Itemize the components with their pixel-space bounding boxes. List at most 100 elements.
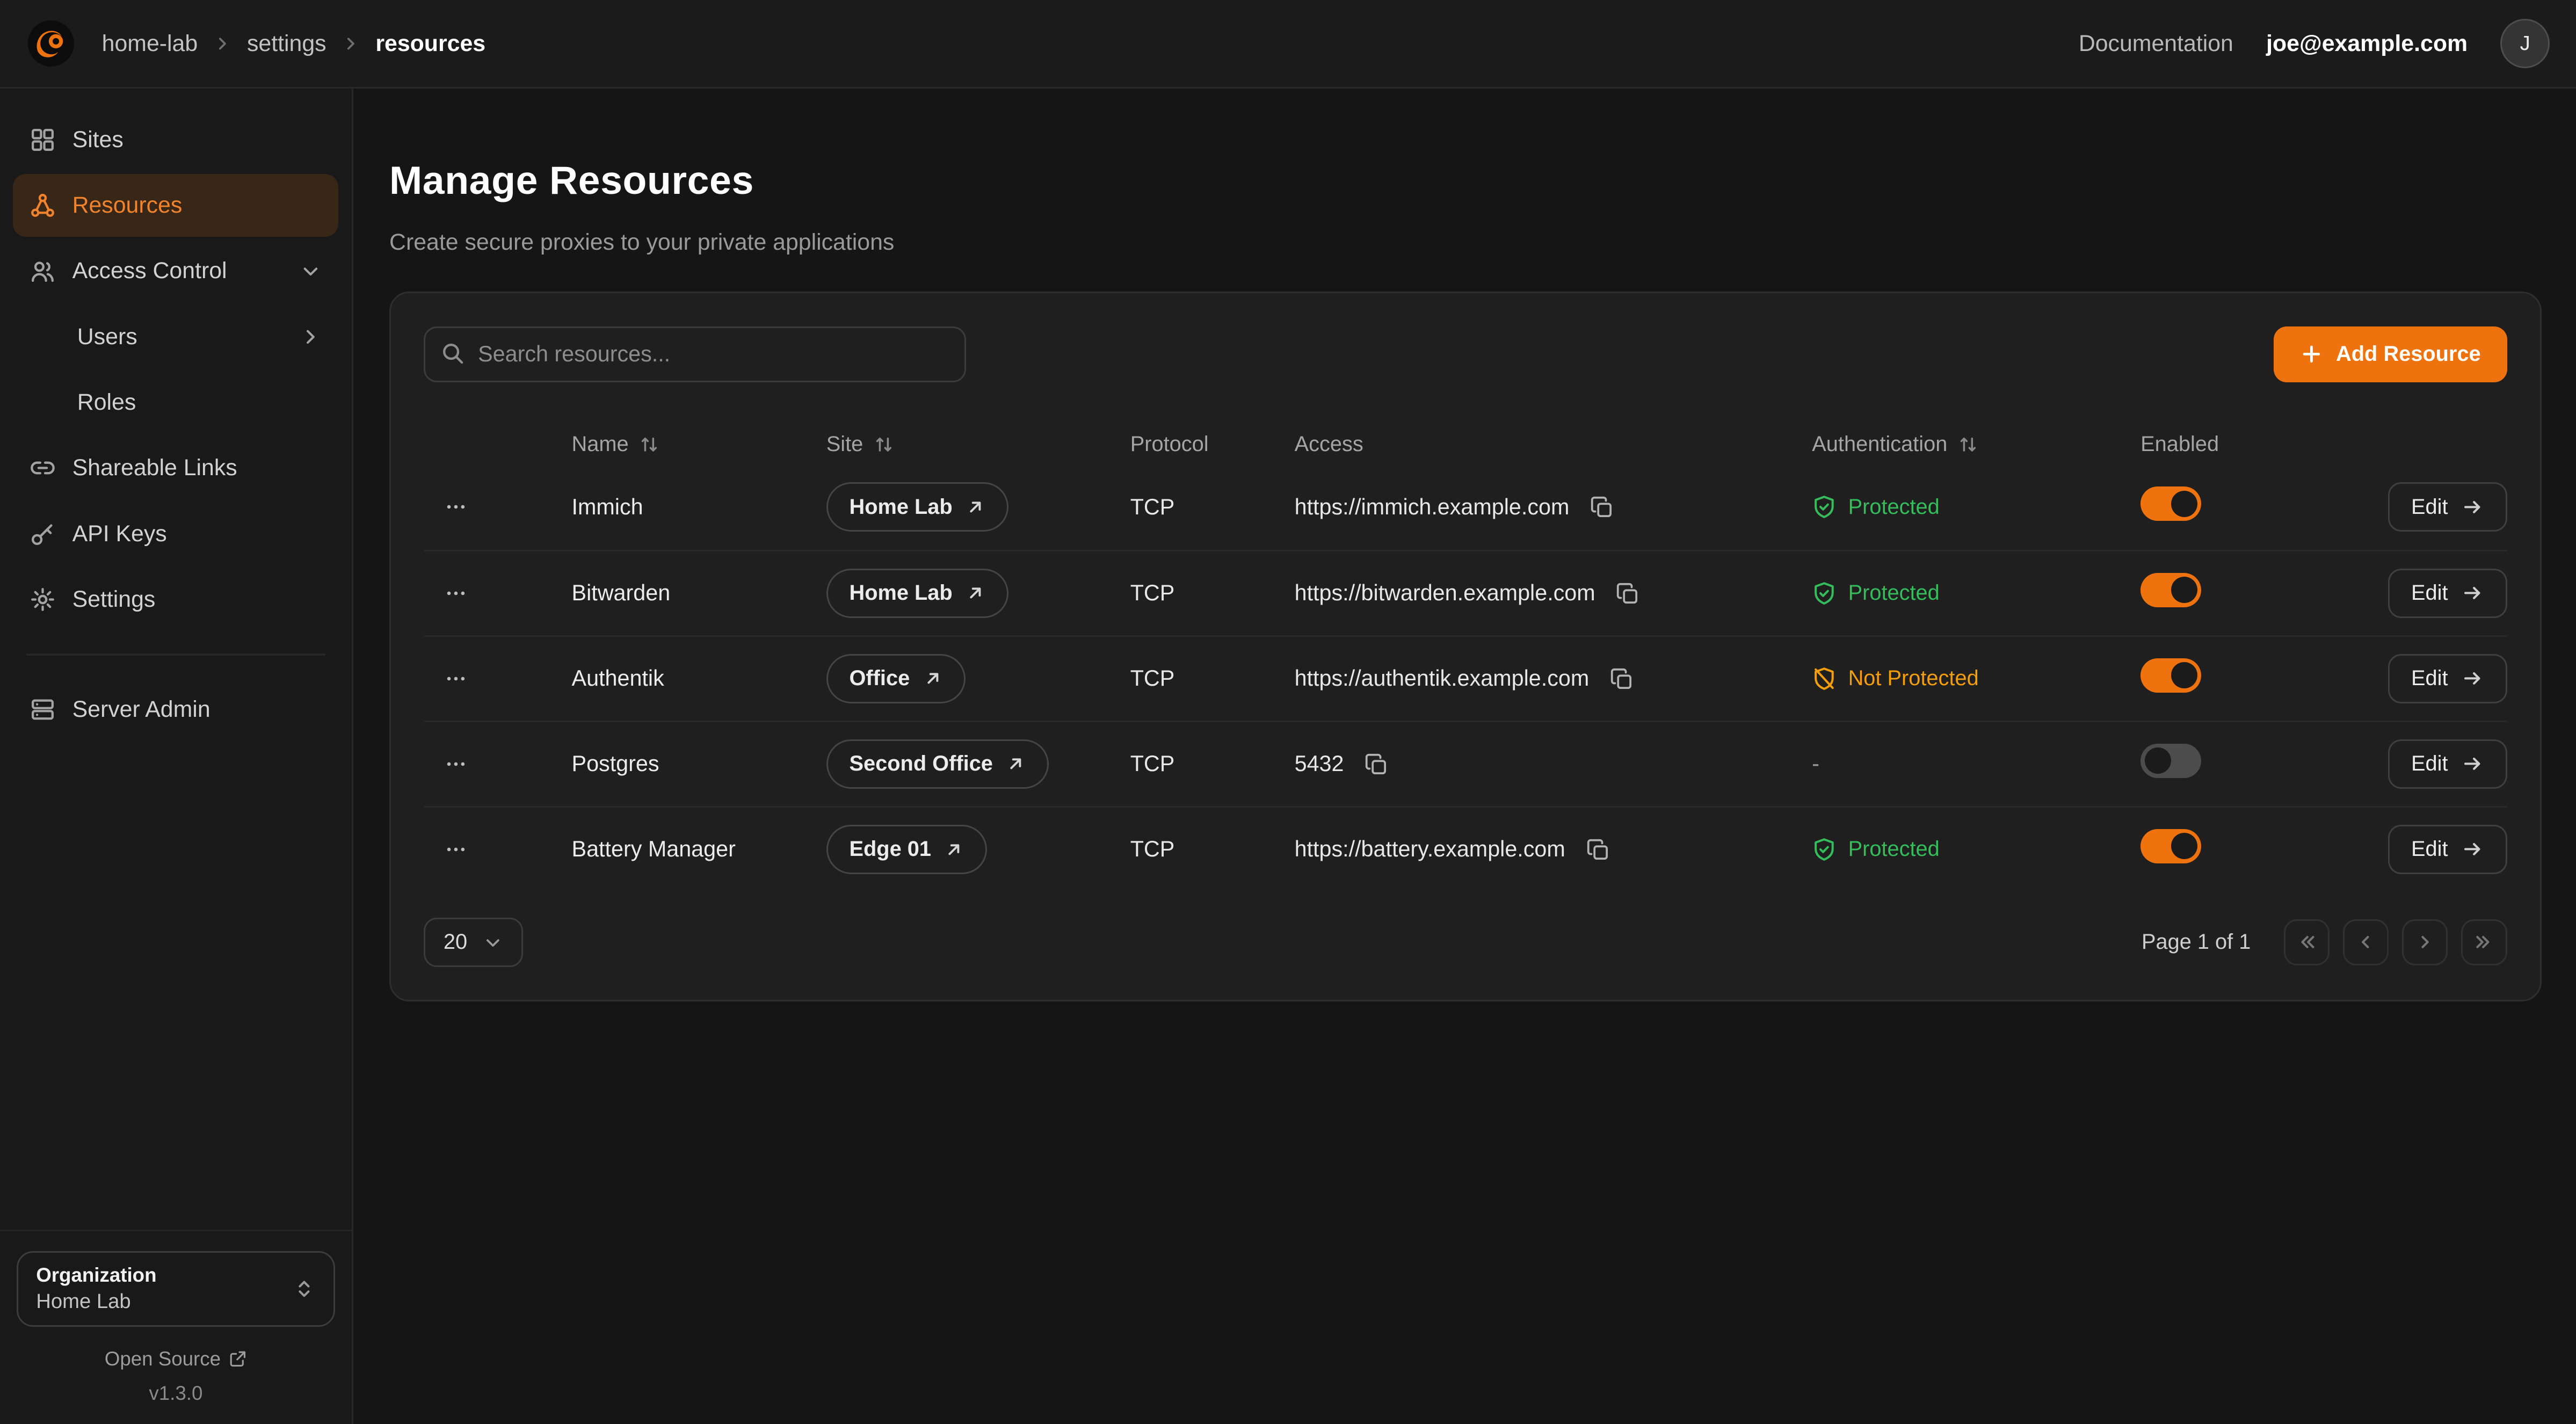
- arrow-right-icon: [2461, 667, 2484, 690]
- chevron-down-icon: [299, 259, 322, 282]
- table-header: Name Site Protocol Access Authentication…: [424, 425, 2507, 464]
- site-link-button[interactable]: Second Office: [826, 739, 1049, 789]
- breadcrumb-settings[interactable]: settings: [247, 31, 326, 57]
- gear-icon: [30, 586, 56, 613]
- site-link-button[interactable]: Home Lab: [826, 482, 1008, 532]
- breadcrumb-home-lab[interactable]: home-lab: [102, 31, 198, 57]
- sidebar-divider: [26, 653, 325, 655]
- sidebar-item-roles[interactable]: Roles: [13, 371, 338, 433]
- edit-button[interactable]: Edit: [2388, 654, 2507, 703]
- copy-button[interactable]: [1612, 578, 1643, 609]
- copy-button[interactable]: [1586, 491, 1617, 522]
- sidebar-item-settings[interactable]: Settings: [13, 568, 338, 630]
- pangolin-logo-icon[interactable]: [26, 19, 76, 68]
- sidebar-item-sites[interactable]: Sites: [13, 108, 338, 171]
- table-body: ImmichHome LabTCPhttps://immich.example.…: [424, 464, 2507, 891]
- sidebar-item-access-control[interactable]: Access Control: [13, 240, 338, 302]
- edit-button[interactable]: Edit: [2388, 482, 2507, 532]
- add-resource-button[interactable]: Add Resource: [2274, 326, 2507, 382]
- copy-button[interactable]: [1581, 834, 1613, 865]
- enabled-toggle[interactable]: [2140, 829, 2201, 863]
- resource-name: Immich: [572, 495, 826, 520]
- header-site[interactable]: Site: [826, 432, 1130, 456]
- edit-button[interactable]: Edit: [2388, 739, 2507, 789]
- row-menu-button[interactable]: [437, 660, 475, 698]
- resources-card: Add Resource Name Site Protocol Access A…: [389, 292, 2542, 1001]
- sort-icon: [1957, 434, 1979, 455]
- arrow-up-right-icon: [1006, 754, 1026, 774]
- sidebar-item-label: Server Admin: [72, 696, 211, 723]
- topbar: home-lab settings resources Documentatio…: [0, 0, 2576, 89]
- documentation-link[interactable]: Documentation: [2079, 31, 2233, 57]
- ellipsis-icon: [444, 837, 468, 862]
- toggle-knob: [2171, 833, 2197, 859]
- access-value: https://battery.example.com: [1295, 837, 1565, 862]
- site-link-button[interactable]: Office: [826, 654, 966, 703]
- resource-name: Battery Manager: [572, 837, 826, 862]
- first-page-button[interactable]: [2284, 919, 2330, 965]
- row-menu-button[interactable]: [437, 574, 475, 612]
- header-authentication[interactable]: Authentication: [1812, 432, 2140, 456]
- sidebar-item-label: Settings: [72, 586, 156, 613]
- avatar[interactable]: J: [2500, 19, 2550, 68]
- auth-badge: Not Protected: [1812, 666, 2140, 691]
- add-resource-label: Add Resource: [2336, 342, 2481, 366]
- sidebar-item-api-keys[interactable]: API Keys: [13, 503, 338, 565]
- page-size-select[interactable]: 20: [424, 918, 523, 967]
- sidebar-item-server-admin[interactable]: Server Admin: [13, 678, 338, 740]
- edit-button[interactable]: Edit: [2388, 825, 2507, 874]
- last-page-button[interactable]: [2461, 919, 2507, 965]
- grid-icon: [30, 127, 56, 153]
- open-source-link[interactable]: Open Source: [17, 1348, 336, 1370]
- sidebar-item-users[interactable]: Users: [13, 306, 338, 368]
- table-row: BitwardenHome LabTCPhttps://bitwarden.ex…: [424, 550, 2507, 635]
- shield-check-icon: [1812, 837, 1837, 862]
- page-size-value: 20: [444, 930, 467, 954]
- organization-label: Organization: [36, 1264, 156, 1287]
- toggle-knob: [2171, 662, 2197, 688]
- resource-name: Authentik: [572, 666, 826, 691]
- site-link-button[interactable]: Home Lab: [826, 569, 1008, 618]
- sidebar-item-shareable-links[interactable]: Shareable Links: [13, 437, 338, 499]
- row-menu-button[interactable]: [437, 745, 475, 783]
- site-link-button[interactable]: Edge 01: [826, 825, 987, 874]
- plus-icon: [2300, 343, 2323, 366]
- chevron-right-icon: [213, 34, 233, 54]
- breadcrumb: home-lab settings resources: [102, 31, 485, 57]
- version-label: v1.3.0: [17, 1382, 336, 1405]
- user-email[interactable]: joe@example.com: [2266, 31, 2468, 57]
- row-menu-button[interactable]: [437, 831, 475, 868]
- enabled-toggle[interactable]: [2140, 486, 2201, 521]
- copy-button[interactable]: [1606, 663, 1637, 694]
- toggle-knob: [2171, 577, 2197, 603]
- protocol-label: TCP: [1130, 666, 1295, 691]
- chevron-left-icon: [2354, 931, 2377, 954]
- next-page-button[interactable]: [2402, 919, 2448, 965]
- prev-page-button[interactable]: [2343, 919, 2389, 965]
- ellipsis-icon: [444, 666, 468, 691]
- sidebar: Sites Resources Access Control Users: [0, 89, 353, 1424]
- header-name[interactable]: Name: [572, 432, 826, 456]
- table-row: PostgresSecond OfficeTCP5432-Edit: [424, 721, 2507, 806]
- organization-selector[interactable]: Organization Home Lab: [17, 1251, 336, 1327]
- open-source-label: Open Source: [105, 1348, 221, 1370]
- enabled-toggle[interactable]: [2140, 658, 2201, 693]
- sidebar-item-resources[interactable]: Resources: [13, 174, 338, 236]
- sort-icon: [638, 434, 660, 455]
- edit-button[interactable]: Edit: [2388, 569, 2507, 618]
- enabled-toggle[interactable]: [2140, 573, 2201, 607]
- search-icon: [440, 341, 465, 372]
- access-value: https://immich.example.com: [1295, 495, 1570, 520]
- page-title: Manage Resources: [389, 158, 2542, 203]
- enabled-toggle[interactable]: [2140, 744, 2201, 778]
- sort-icon: [873, 434, 895, 455]
- copy-button[interactable]: [1360, 749, 1391, 780]
- ellipsis-icon: [444, 495, 468, 519]
- search-input[interactable]: [424, 326, 966, 382]
- row-menu-button[interactable]: [437, 488, 475, 526]
- table-row: ImmichHome LabTCPhttps://immich.example.…: [424, 464, 2507, 550]
- shield-off-icon: [1812, 666, 1837, 691]
- access-value: 5432: [1295, 751, 1344, 776]
- shield-check-icon: [1812, 495, 1837, 519]
- auth-badge: Protected: [1812, 581, 2140, 606]
